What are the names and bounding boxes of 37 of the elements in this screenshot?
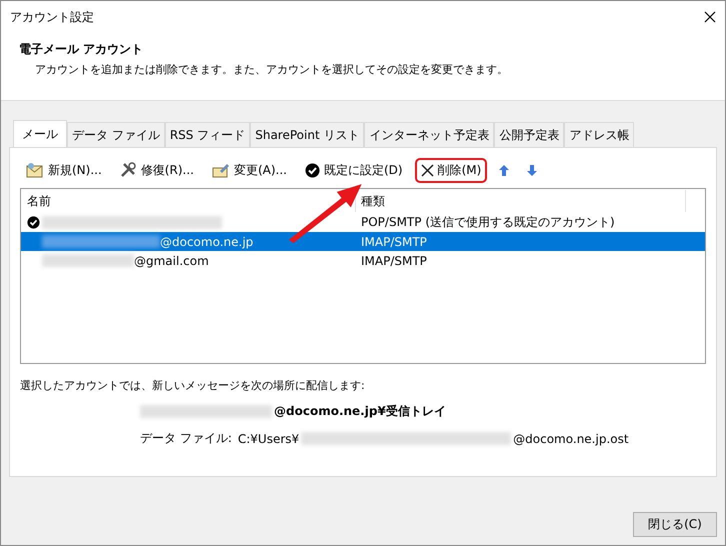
data-file-path: @docomo.ne.jp.ost <box>513 432 629 446</box>
toolbar-button[interactable]: 新規(N)... <box>20 158 108 182</box>
account-type: IMAP/SMTP <box>360 254 428 268</box>
toolbar-button[interactable]: 既定に設定(D) <box>298 158 409 182</box>
delivery-label: 選択したアカウントでは、新しいメッセージを次の場所に配信します: <box>20 378 366 393</box>
arrow-up-icon <box>499 164 510 176</box>
account-name: @docomo.ne.jp <box>160 234 254 248</box>
tab[interactable]: データ ファイル <box>67 122 165 147</box>
account-row[interactable]: POP/SMTP (送信で使用する既定のアカウント) <box>21 213 705 232</box>
tools-icon <box>120 162 137 178</box>
close-icon <box>420 164 434 176</box>
section-title: 電子メール アカウント <box>19 41 144 58</box>
card-icon <box>212 162 230 178</box>
tab[interactable]: RSS フィード <box>164 122 250 147</box>
account-type: POP/SMTP (送信で使用する既定のアカウント) <box>360 214 616 231</box>
account-row[interactable]: @docomo.ne.jp IMAP/SMTP <box>21 232 705 251</box>
tab[interactable]: 公開予定表 <box>494 122 564 147</box>
account-name: @gmail.com <box>134 254 209 268</box>
close-button[interactable]: 閉じる(C) <box>633 512 717 537</box>
toolbar-button[interactable]: 削除(M) <box>414 158 488 182</box>
arrow-down-icon <box>527 164 538 176</box>
delivery-folder: @docomo.ne.jp¥受信トレイ <box>274 403 446 420</box>
tab[interactable]: メール <box>13 120 67 147</box>
window-title: アカウント設定 <box>10 8 94 26</box>
section-description: アカウントを追加または削除できます。また、アカウントを選択してその設定を変更できます。 <box>34 62 509 77</box>
data-file-label: データ ファイル: <box>140 430 232 447</box>
account-type: IMAP/SMTP <box>360 234 428 248</box>
check-circle-icon <box>304 162 320 178</box>
toolbar-button[interactable]: 変更(A)... <box>206 158 293 182</box>
close-icon[interactable] <box>704 11 716 23</box>
data-file-path: C:¥Users¥ <box>238 432 300 446</box>
envelope-icon <box>26 162 44 178</box>
tab[interactable]: アドレス帳 <box>564 122 634 147</box>
toolbar-button[interactable]: 修復(R)... <box>114 158 200 182</box>
tab[interactable]: インターネット予定表 <box>364 122 494 147</box>
account-row[interactable]: @gmail.com IMAP/SMTP <box>21 251 705 270</box>
tab[interactable]: SharePoint リスト <box>250 122 364 147</box>
